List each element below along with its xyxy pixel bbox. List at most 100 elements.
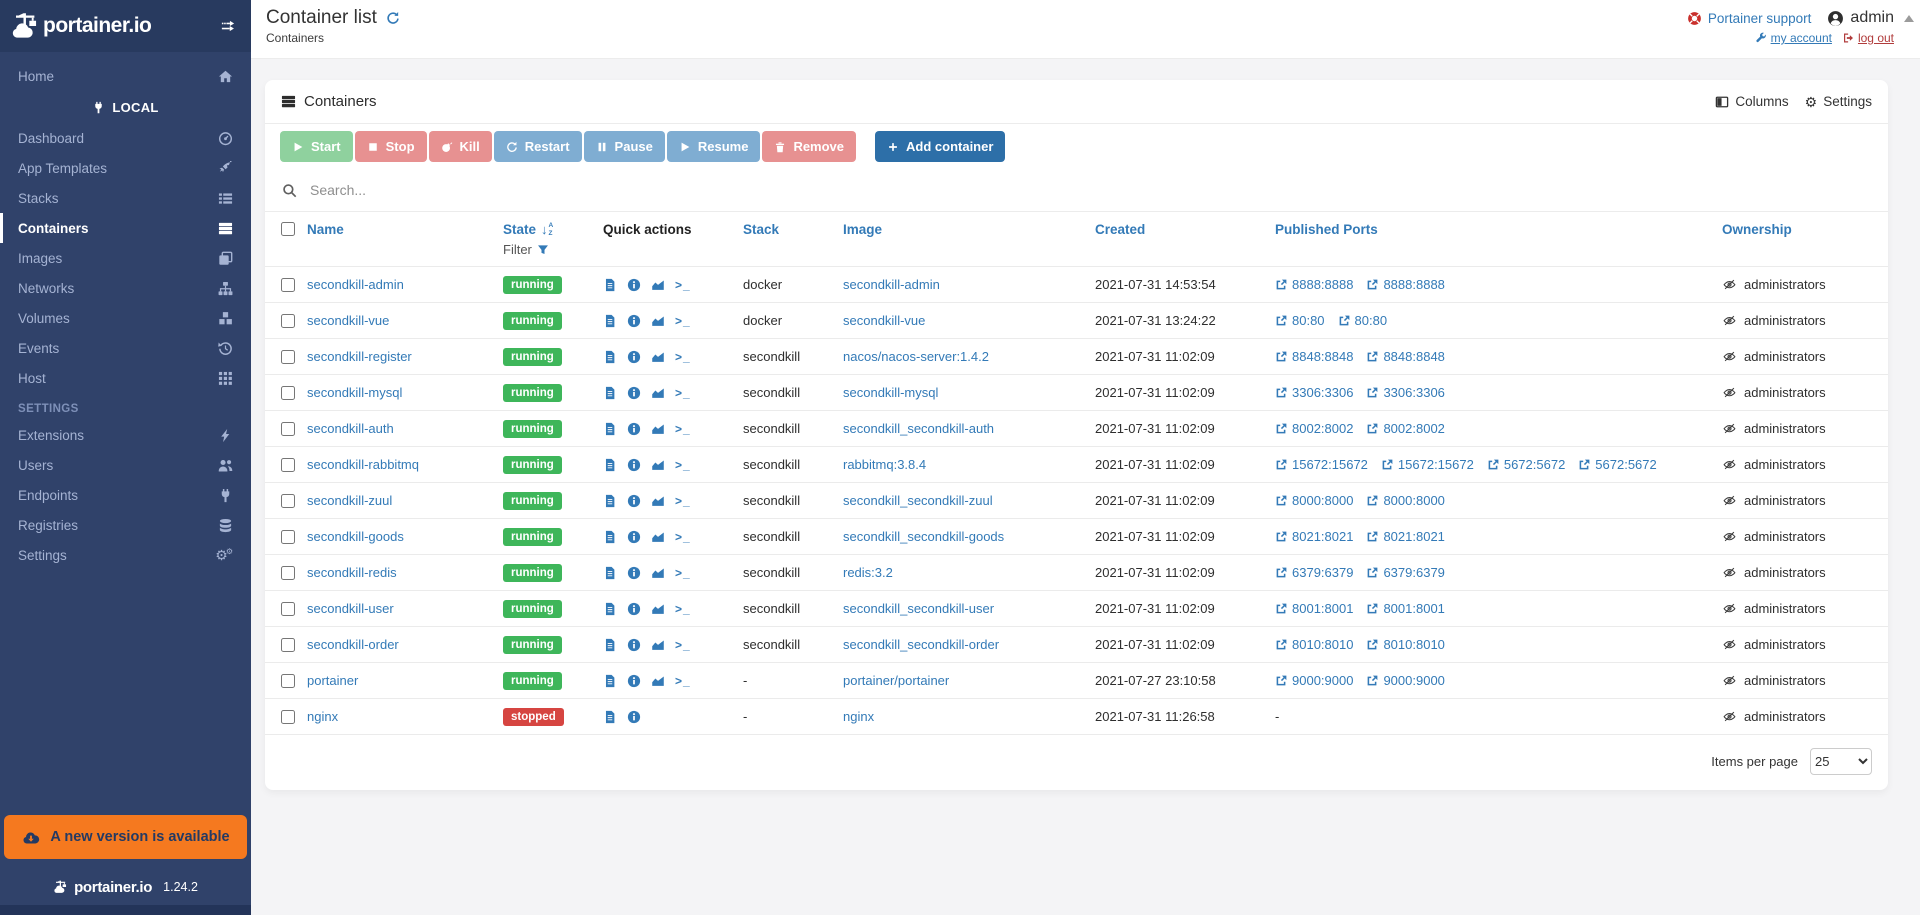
sidebar-item-events[interactable]: Events	[0, 333, 251, 363]
stats-icon[interactable]	[651, 602, 665, 616]
published-port-link[interactable]: 8002:8002	[1275, 421, 1353, 436]
published-port-link[interactable]: 8000:8000	[1366, 493, 1445, 508]
created-column-header[interactable]: Created	[1095, 222, 1145, 237]
published-port-link[interactable]: 8021:8021	[1366, 529, 1445, 544]
inspect-icon[interactable]	[627, 422, 641, 436]
container-name-link[interactable]: secondkill-register	[307, 349, 412, 364]
published-port-link[interactable]: 8001:8001	[1366, 601, 1445, 616]
sidebar-item-home[interactable]: Home	[0, 61, 251, 91]
logs-icon[interactable]	[603, 422, 617, 436]
stack-column-header[interactable]: Stack	[743, 222, 779, 237]
container-name-link[interactable]: secondkill-order	[307, 637, 399, 652]
published-port-link[interactable]: 6379:6379	[1275, 565, 1353, 580]
sidebar-item-dashboard[interactable]: Dashboard	[0, 123, 251, 153]
inspect-icon[interactable]	[627, 602, 641, 616]
image-link[interactable]: nacos/nacos-server:1.4.2	[843, 349, 989, 364]
container-name-link[interactable]: secondkill-user	[307, 601, 394, 616]
inspect-icon[interactable]	[627, 530, 641, 544]
stats-icon[interactable]	[651, 530, 665, 544]
published-port-link[interactable]: 8010:8010	[1275, 637, 1353, 652]
container-name-link[interactable]: secondkill-redis	[307, 565, 397, 580]
inspect-icon[interactable]	[627, 710, 641, 724]
row-checkbox[interactable]	[281, 277, 295, 292]
row-checkbox[interactable]	[281, 565, 295, 580]
published-port-link[interactable]: 15672:15672	[1381, 457, 1474, 472]
table-settings-button[interactable]: ⚙ Settings	[1805, 94, 1872, 109]
logs-icon[interactable]	[603, 278, 617, 292]
sidebar-item-volumes[interactable]: Volumes	[0, 303, 251, 333]
stats-icon[interactable]	[651, 674, 665, 688]
image-link[interactable]: redis:3.2	[843, 565, 893, 580]
refresh-icon[interactable]	[386, 11, 400, 25]
stats-icon[interactable]	[651, 314, 665, 328]
ownership-column-header[interactable]: Ownership	[1722, 222, 1792, 237]
published-port-link[interactable]: 8010:8010	[1366, 637, 1445, 652]
console-icon[interactable]: >_	[675, 675, 691, 687]
search-input[interactable]	[308, 181, 1871, 199]
image-link[interactable]: secondkill_secondkill-auth	[843, 421, 994, 436]
published-port-link[interactable]: 8888:8888	[1275, 277, 1353, 292]
published-port-link[interactable]: 8021:8021	[1275, 529, 1353, 544]
console-icon[interactable]: >_	[675, 423, 691, 435]
stats-icon[interactable]	[651, 386, 665, 400]
console-icon[interactable]: >_	[675, 495, 691, 507]
columns-button[interactable]: Columns	[1715, 94, 1789, 109]
image-link[interactable]: rabbitmq:3.8.4	[843, 457, 926, 472]
image-link[interactable]: secondkill_secondkill-zuul	[843, 493, 993, 508]
scrollbar-up-arrow[interactable]	[1904, 15, 1914, 22]
logs-icon[interactable]	[603, 494, 617, 508]
sidebar-item-containers[interactable]: Containers	[0, 213, 251, 243]
console-icon[interactable]: >_	[675, 603, 691, 615]
portainer-support-link[interactable]: Portainer support	[1687, 11, 1811, 26]
kill-button[interactable]: Kill	[428, 131, 492, 162]
published-port-link[interactable]: 9000:9000	[1275, 673, 1353, 688]
published-port-link[interactable]: 3306:3306	[1366, 385, 1445, 400]
add-container-button[interactable]: Add container	[875, 131, 1006, 162]
row-checkbox[interactable]	[281, 637, 295, 652]
console-icon[interactable]: >_	[675, 387, 691, 399]
image-link[interactable]: secondkill-admin	[843, 277, 940, 292]
stats-icon[interactable]	[651, 350, 665, 364]
inspect-icon[interactable]	[627, 638, 641, 652]
logs-icon[interactable]	[603, 638, 617, 652]
image-link[interactable]: secondkill-mysql	[843, 385, 938, 400]
state-column-header[interactable]: State	[503, 222, 536, 237]
resume-button[interactable]: Resume	[666, 131, 761, 162]
sidebar-item-stacks[interactable]: Stacks	[0, 183, 251, 213]
container-name-link[interactable]: secondkill-admin	[307, 277, 404, 292]
stats-icon[interactable]	[651, 638, 665, 652]
container-name-link[interactable]: secondkill-vue	[307, 313, 389, 328]
published-port-link[interactable]: 8000:8000	[1275, 493, 1353, 508]
inspect-icon[interactable]	[627, 386, 641, 400]
inspect-icon[interactable]	[627, 674, 641, 688]
my-account-link[interactable]: my account	[1755, 31, 1832, 45]
inspect-icon[interactable]	[627, 566, 641, 580]
pause-button[interactable]: Pause	[583, 131, 665, 162]
name-column-header[interactable]: Name	[307, 222, 344, 237]
stats-icon[interactable]	[651, 494, 665, 508]
image-link[interactable]: nginx	[843, 709, 874, 724]
sidebar-item-endpoints[interactable]: Endpoints	[0, 480, 251, 510]
published-port-link[interactable]: 5672:5672	[1487, 457, 1565, 472]
logs-icon[interactable]	[603, 674, 617, 688]
inspect-icon[interactable]	[627, 314, 641, 328]
published-port-link[interactable]: 6379:6379	[1366, 565, 1445, 580]
portainer-logo[interactable]: portainer.io	[10, 9, 152, 43]
image-column-header[interactable]: Image	[843, 222, 882, 237]
image-link[interactable]: secondkill_secondkill-user	[843, 601, 994, 616]
start-button[interactable]: Start	[280, 131, 353, 162]
console-icon[interactable]: >_	[675, 459, 691, 471]
logs-icon[interactable]	[603, 530, 617, 544]
published-port-link[interactable]: 9000:9000	[1366, 673, 1445, 688]
image-link[interactable]: secondkill_secondkill-order	[843, 637, 999, 652]
restart-button[interactable]: Restart	[493, 131, 582, 162]
console-icon[interactable]: >_	[675, 639, 691, 651]
published-port-link[interactable]: 80:80	[1338, 313, 1387, 328]
container-name-link[interactable]: secondkill-rabbitmq	[307, 457, 419, 472]
inspect-icon[interactable]	[627, 494, 641, 508]
sidebar-item-images[interactable]: Images	[0, 243, 251, 273]
items-per-page-select[interactable]: 25	[1810, 748, 1872, 775]
stats-icon[interactable]	[651, 422, 665, 436]
row-checkbox[interactable]	[281, 529, 295, 544]
row-checkbox[interactable]	[281, 349, 295, 364]
